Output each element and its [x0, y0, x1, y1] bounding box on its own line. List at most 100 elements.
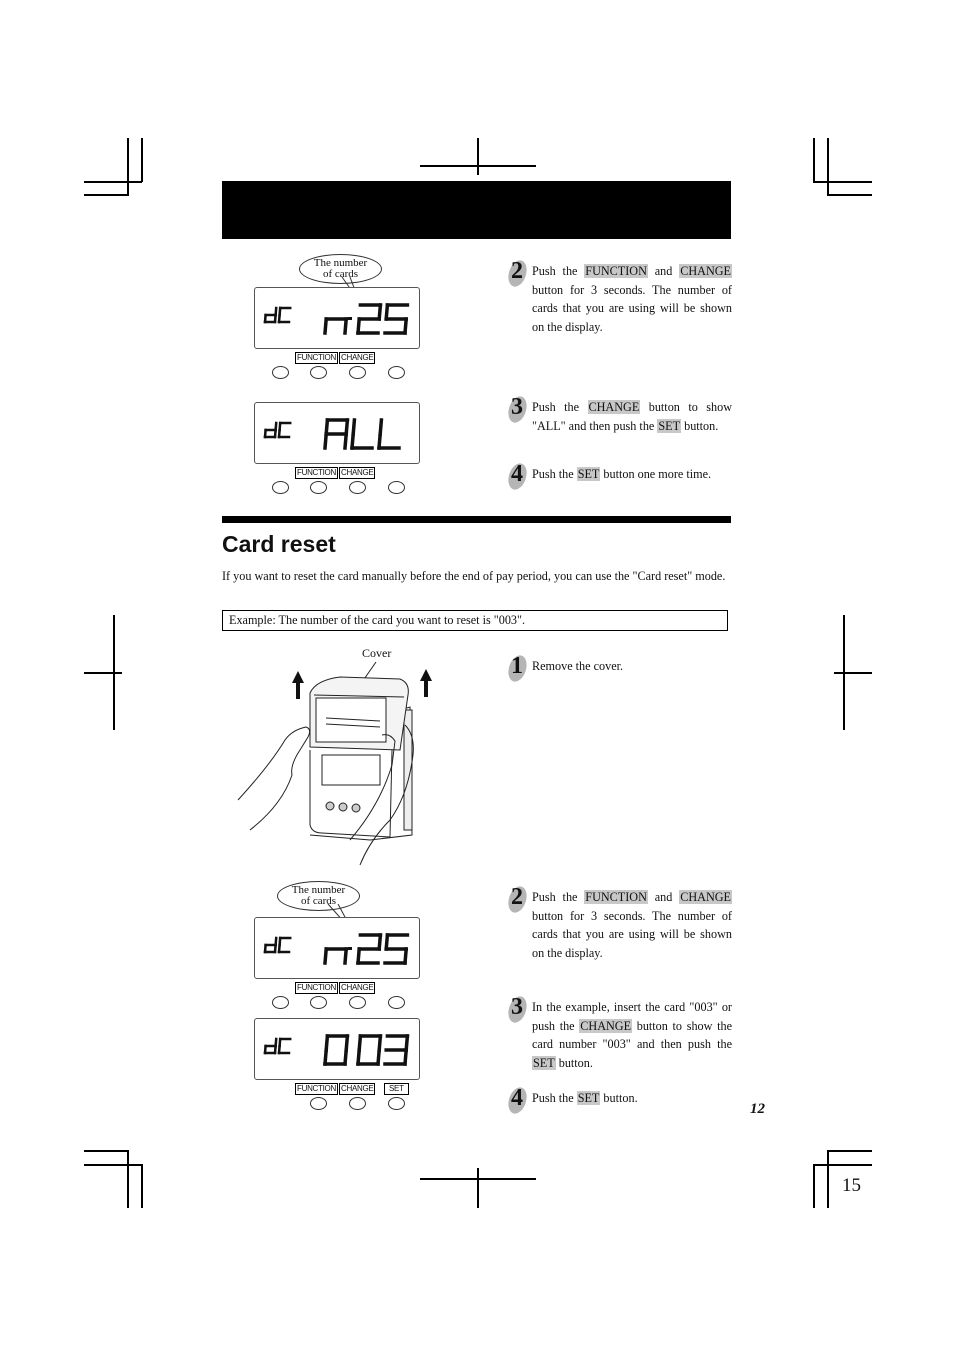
lcd-segment: [404, 1034, 410, 1052]
function-button[interactable]: [310, 1097, 327, 1110]
lcd-segments: [263, 1034, 410, 1066]
lcd-segment: [323, 317, 329, 335]
change-button-label: CHANGE: [339, 982, 376, 994]
button-name-highlight: SET: [657, 418, 682, 433]
step-2-reset: 2 Push the FUNCTION and CHANGE button fo…: [505, 884, 732, 962]
lcd-segment: [403, 947, 409, 965]
lcd-segments: [263, 933, 410, 965]
up-arrow-icon: [292, 671, 304, 699]
sheet-number: 15: [842, 1175, 861, 1196]
lcd-segment: [343, 1048, 349, 1066]
lcd-display: [254, 1018, 420, 1080]
lcd-segments: [263, 418, 401, 450]
lcd-segment: [384, 303, 390, 321]
page-number: 12: [750, 1101, 765, 1117]
lcd-segment: [324, 1034, 330, 1052]
button-name-highlight: CHANGE: [587, 400, 641, 414]
lcd-segment: [323, 1048, 329, 1066]
step-text-segment: button for 3 seconds. The number of card…: [532, 282, 732, 334]
function-button-label: FUNCTION: [295, 982, 338, 994]
step-2-top: 2 Push the FUNCTION and CHANGE button fo…: [505, 258, 732, 336]
lcd-segment: [324, 418, 330, 436]
remove-cover-illustration: [237, 661, 432, 866]
lcd-segments: [263, 303, 410, 335]
step-text-segment: Push the: [532, 400, 588, 414]
change-button[interactable]: [349, 366, 366, 379]
lcd-segment: [323, 947, 329, 965]
change-button-label: CHANGE: [339, 1083, 376, 1095]
section-title: Card reset: [222, 531, 336, 557]
step-number-badge: 4: [505, 1085, 530, 1116]
step-text-segment: button.: [600, 1091, 638, 1105]
step-4-top: 4 Push the SET button one more time.: [505, 461, 732, 492]
panel-button-4[interactable]: [388, 366, 405, 379]
step-number-badge: 3: [505, 394, 530, 425]
lcd-dash: [348, 317, 352, 320]
step-number-badge: 3: [505, 994, 530, 1025]
lcd-segment: [403, 1048, 409, 1066]
button-name-highlight: FUNCTION: [584, 264, 648, 278]
step-text-segment: Push the: [532, 890, 585, 904]
function-button-label: FUNCTION: [295, 467, 338, 479]
function-button[interactable]: [310, 996, 327, 1009]
change-button-label: CHANGE: [339, 352, 376, 364]
step-text-segment: button.: [681, 418, 719, 433]
lcd-segment: [384, 933, 390, 951]
panel-button-1[interactable]: [272, 996, 289, 1009]
step-3-reset: 3 In the example, insert the card "003" …: [505, 994, 732, 1072]
step-text-segment: Remove the cover.: [532, 659, 624, 673]
function-button-label: FUNCTION: [295, 1083, 338, 1095]
intro-paragraph: If you want to reset the card manually b…: [222, 569, 726, 583]
change-button[interactable]: [349, 481, 366, 494]
lcd-segment: [323, 432, 329, 450]
lcd-segment: [344, 1034, 350, 1052]
lcd-segment: [351, 418, 357, 436]
change-button[interactable]: [349, 1097, 366, 1110]
step-text-segment: Push the: [532, 1091, 577, 1105]
lcd-display: [254, 402, 420, 464]
panel-button-4[interactable]: [388, 996, 405, 1009]
lcd-segment: [377, 432, 383, 450]
panel-button-4[interactable]: [388, 481, 405, 494]
step-text: Push the FUNCTION and CHANGE button for …: [532, 262, 732, 336]
lcd-segment: [356, 1048, 362, 1066]
set-button[interactable]: [388, 1097, 405, 1110]
lcd-segment: [343, 317, 349, 335]
lcd-display: [254, 917, 420, 979]
step-number-badge: 1: [505, 653, 530, 684]
function-button[interactable]: [310, 481, 327, 494]
up-arrow-icon: [420, 669, 432, 697]
step-text-segment: Push the: [532, 467, 577, 481]
button-name-highlight: SET: [532, 1055, 556, 1070]
button-name-highlight: CHANGE: [679, 890, 732, 904]
lcd-display: [254, 287, 420, 349]
step-text-segment: and: [647, 264, 680, 278]
step-text-segment: button one more time.: [600, 467, 712, 481]
lcd-segment: [377, 303, 383, 321]
lcd-segment: [378, 418, 384, 436]
function-button[interactable]: [310, 366, 327, 379]
lcd-segment: [357, 1034, 363, 1052]
header-bar: [222, 181, 731, 239]
lcd-segment: [403, 317, 409, 335]
step-text-segment: and: [647, 890, 680, 904]
step-1-reset: 1 Remove the cover.: [505, 653, 732, 684]
section-divider: [222, 516, 731, 523]
step-text: In the example, insert the card "003" or…: [532, 998, 732, 1072]
step-number-badge: 2: [505, 884, 530, 915]
step-text: Push the SET button one more time.: [532, 465, 732, 484]
step-text-segment: button.: [555, 1055, 593, 1070]
change-button[interactable]: [349, 996, 366, 1009]
step-text: Remove the cover.: [532, 657, 732, 676]
lcd-segment: [344, 418, 350, 436]
button-name-highlight: SET: [576, 1091, 601, 1105]
function-button-label: FUNCTION: [295, 352, 338, 364]
panel-button-1[interactable]: [272, 481, 289, 494]
panel-button-1[interactable]: [272, 366, 289, 379]
step-number-badge: 2: [505, 258, 530, 289]
step-number-badge: 4: [505, 461, 530, 492]
step-3-top: 3 Push the CHANGE button to show "ALL" a…: [505, 394, 732, 435]
lcd-dash: [348, 947, 352, 950]
lcd-segment: [343, 432, 349, 450]
lcd-segment: [356, 317, 362, 335]
